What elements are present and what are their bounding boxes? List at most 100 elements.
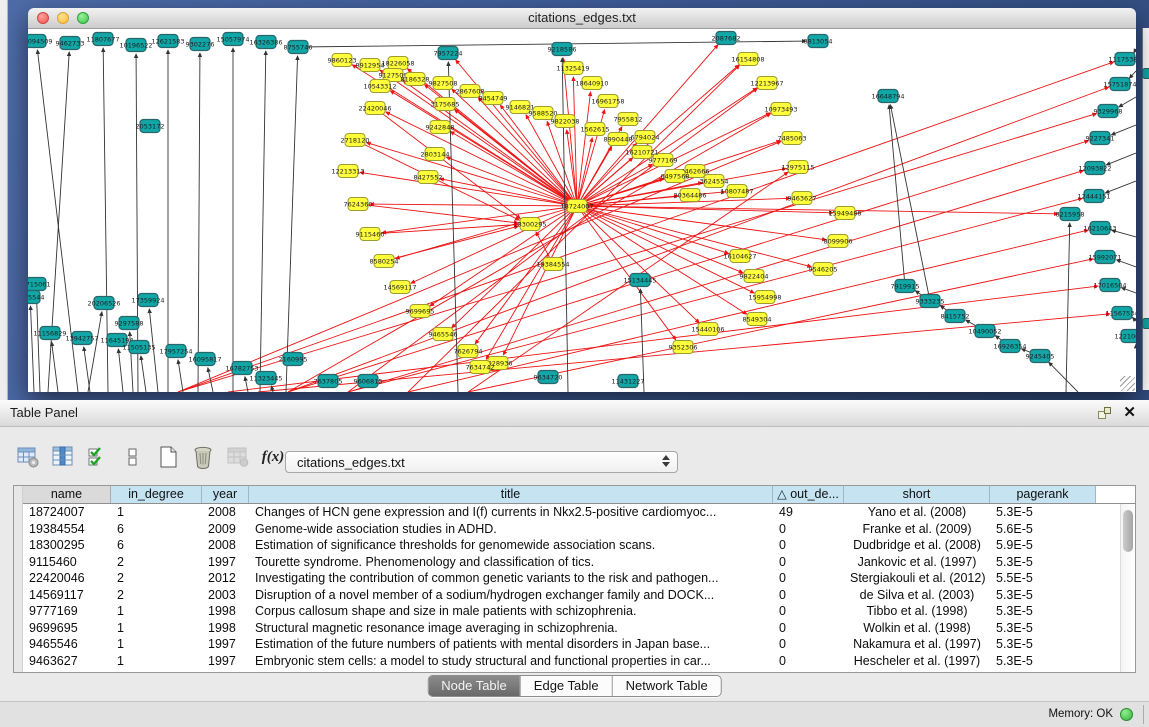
network-node[interactable]: 9463627 <box>788 192 817 205</box>
network-node[interactable]: 11325419 <box>556 62 589 75</box>
network-node[interactable]: 15949488 <box>828 207 861 220</box>
network-node[interactable]: 15954998 <box>748 291 781 304</box>
network-node[interactable]: 6794024 <box>631 131 660 144</box>
table-row[interactable]: 911546021997Tourette syndrome. Phenomeno… <box>23 554 1135 571</box>
vertical-scrollbar[interactable] <box>1120 504 1135 672</box>
network-node[interactable]: 9115460 <box>356 228 385 241</box>
create-new-document-icon[interactable] <box>154 444 182 470</box>
network-node[interactable]: 16210643 <box>1083 222 1116 235</box>
network-node[interactable]: 8099906 <box>824 235 853 248</box>
table-settings-icon[interactable] <box>14 444 42 470</box>
network-node[interactable]: 16095817 <box>188 353 221 366</box>
network-node[interactable]: 9634720 <box>534 371 563 384</box>
tab-edge-table[interactable]: Edge Table <box>521 676 613 696</box>
network-node[interactable]: 18300295 <box>513 218 546 231</box>
network-node[interactable]: 9242848 <box>426 121 455 134</box>
table-row[interactable]: 1938455462009Genome-wide association stu… <box>23 521 1135 538</box>
table-row[interactable]: 1872400712008Changes of HCN gene express… <box>23 504 1135 521</box>
network-node[interactable]: 8990448 <box>604 133 633 146</box>
network-node[interactable]: 20364486 <box>673 189 706 202</box>
network-node[interactable]: 9546205 <box>809 263 838 276</box>
network-node[interactable]: 2087682 <box>712 32 741 45</box>
network-node[interactable]: 2053172 <box>136 120 165 133</box>
network-node[interactable]: 8549304 <box>743 313 772 326</box>
network-node[interactable]: 15440106 <box>691 323 724 336</box>
network-node[interactable]: 8580254 <box>370 255 399 268</box>
column-header-out_de[interactable]: △ out_de... <box>773 486 844 503</box>
network-node[interactable]: 14569117 <box>383 281 416 294</box>
network-node[interactable]: 9860123 <box>328 54 357 67</box>
column-header-in_degree[interactable]: in_degree <box>111 486 202 503</box>
scrollbar-thumb[interactable] <box>1123 510 1133 552</box>
network-node[interactable]: 8755746 <box>284 41 313 54</box>
network-node[interactable]: 16961758 <box>591 95 624 108</box>
network-node[interactable]: 8415752 <box>941 310 970 323</box>
network-node[interactable]: 16326386 <box>249 36 282 49</box>
network-node[interactable]: 11505135 <box>122 341 155 354</box>
select-columns-check-icon[interactable] <box>84 444 112 470</box>
network-node[interactable]: 18640910 <box>575 77 608 90</box>
network-node[interactable]: 16154808 <box>731 53 764 66</box>
network-node[interactable]: 9302276 <box>186 38 215 51</box>
network-node[interactable]: 15751874 <box>1103 78 1136 91</box>
network-node[interactable]: 8813054 <box>804 35 833 48</box>
tab-network-table[interactable]: Network Table <box>613 676 721 696</box>
window-titlebar[interactable]: citations_edges.txt <box>28 8 1136 29</box>
network-node[interactable]: 8186328 <box>401 73 430 86</box>
network-node[interactable]: 7957224 <box>434 47 463 60</box>
network-node[interactable]: 11431227 <box>611 375 644 388</box>
network-canvas[interactable]: 1872400798601238912954182260589127509818… <box>28 29 1136 392</box>
network-node[interactable]: 9699695 <box>406 305 435 318</box>
network-node[interactable]: 9245405 <box>1026 350 1055 363</box>
table-selector-dropdown[interactable]: citations_edges.txt <box>285 451 678 473</box>
table-row[interactable]: 969969511998Structural magnetic resonanc… <box>23 620 1135 637</box>
network-node[interactable]: 12975115 <box>781 161 814 174</box>
network-node[interactable]: 7634742 <box>466 361 495 374</box>
network-node[interactable]: 2803144 <box>421 148 450 161</box>
network-node[interactable]: 15992071 <box>1088 251 1121 264</box>
network-node[interactable]: 16648794 <box>871 90 904 103</box>
table-row[interactable]: 1456911722003Disruption of a novel membe… <box>23 587 1135 604</box>
network-node[interactable]: 12621583 <box>151 35 184 48</box>
network-node[interactable]: 8715061 <box>28 278 50 291</box>
network-node[interactable]: 9333235 <box>916 295 945 308</box>
network-node[interactable]: 10543312 <box>363 80 396 93</box>
network-node[interactable]: 7955812 <box>614 113 643 126</box>
network-node[interactable]: 13094509 <box>28 35 53 48</box>
network-node[interactable]: 9329968 <box>1094 105 1123 118</box>
window-resize-grip[interactable] <box>1120 376 1135 391</box>
network-node[interactable]: 13942757 <box>65 332 98 345</box>
network-node[interactable]: 9465546 <box>429 328 458 341</box>
column-header-pagerank[interactable]: pagerank <box>990 486 1096 503</box>
network-node[interactable]: 15134445 <box>623 274 656 287</box>
network-node[interactable]: 7637805 <box>314 375 343 388</box>
network-node[interactable]: 9462733 <box>56 37 85 50</box>
network-node[interactable]: 6497568 <box>661 170 690 183</box>
column-header-name[interactable]: name <box>23 486 111 503</box>
network-node[interactable]: 11807677 <box>86 33 119 46</box>
network-node[interactable]: 9352306 <box>669 341 698 354</box>
network-node[interactable]: 8454749 <box>479 92 508 105</box>
network-node[interactable]: 9822404 <box>740 270 769 283</box>
network-node[interactable]: 1562615 <box>581 123 610 136</box>
network-node[interactable]: 20206526 <box>87 297 120 310</box>
table-row[interactable]: 946362711997Embryonic stem cells: a mode… <box>23 653 1135 670</box>
network-node[interactable]: 7485063 <box>778 132 807 145</box>
network-node[interactable]: 9822038 <box>551 115 580 128</box>
network-node[interactable]: 7624360 <box>344 198 373 211</box>
minimize-window-icon[interactable] <box>57 12 69 24</box>
network-node[interactable]: 8215958 <box>1056 208 1085 221</box>
network-node[interactable]: 9297588 <box>115 317 144 330</box>
table-row[interactable]: 946554611997Estimation of the future num… <box>23 636 1135 653</box>
network-node[interactable]: 11567534 <box>1105 307 1136 320</box>
tab-node-table[interactable]: Node Table <box>428 676 521 696</box>
table-row[interactable]: 977716911998Corpus callosum shape and si… <box>23 603 1135 620</box>
table-row[interactable]: 2242004622012Investigating the contribut… <box>23 570 1135 587</box>
memory-ok-led-icon[interactable] <box>1120 708 1133 721</box>
column-header-title[interactable]: title <box>249 486 773 503</box>
network-node[interactable]: 7919915 <box>891 280 920 293</box>
network-node[interactable]: 9606815 <box>354 375 383 388</box>
network-node[interactable]: 7626794 <box>454 345 483 358</box>
network-node[interactable]: 12444151 <box>1077 190 1110 203</box>
network-node[interactable]: 10490052 <box>968 325 1001 338</box>
